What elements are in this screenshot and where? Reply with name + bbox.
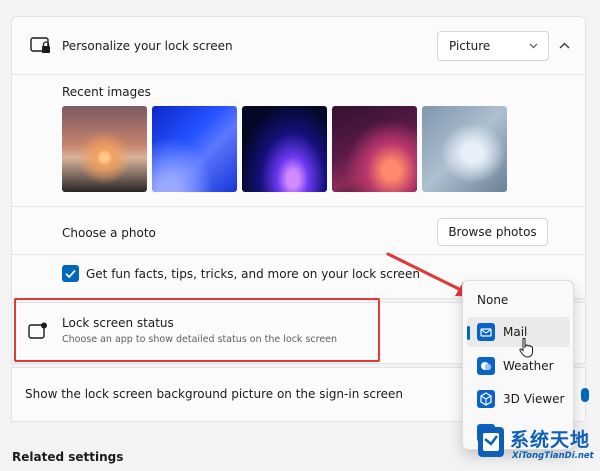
option-label: None (477, 293, 509, 307)
checkmark-icon (65, 269, 76, 279)
dropdown-option-3d-viewer[interactable]: 3D Viewer (467, 384, 570, 414)
watermark-url: XiTongTianDi.net (512, 451, 594, 461)
lock-screen-type-value: Picture (449, 39, 491, 53)
watermark: 系统天地 XiTongTianDi.net (474, 421, 600, 471)
dropdown-option-none[interactable]: None (467, 285, 570, 315)
annotation-highlight-box (14, 298, 380, 362)
option-label: Mail (503, 325, 528, 339)
recent-images-label: Recent images (62, 85, 151, 99)
related-settings-heading: Related settings (12, 450, 124, 464)
lock-screen-type-select[interactable]: Picture (437, 31, 549, 61)
signin-background-toggle[interactable] (581, 388, 589, 402)
divider (12, 206, 585, 207)
watermark-logo-icon (478, 427, 504, 457)
recent-image-4[interactable] (332, 106, 417, 192)
mouse-cursor-icon (519, 338, 533, 358)
option-label: Weather (503, 359, 554, 373)
chevron-up-icon[interactable] (559, 42, 570, 49)
3d-viewer-icon (477, 390, 495, 408)
recent-image-2[interactable] (152, 106, 237, 192)
selection-indicator (467, 326, 470, 340)
browse-photos-button[interactable]: Browse photos (437, 218, 548, 246)
option-label: 3D Viewer (503, 392, 565, 406)
signin-background-label: Show the lock screen background picture … (25, 387, 404, 401)
divider (12, 74, 585, 75)
personalize-card: Personalize your lock screen Picture Rec… (11, 16, 586, 299)
recent-image-1[interactable] (62, 106, 147, 192)
weather-icon (477, 357, 495, 375)
mail-icon (477, 323, 495, 341)
chevron-down-icon (529, 43, 538, 49)
watermark-chinese-text: 系统天地 (510, 429, 591, 451)
fun-facts-label: Get fun facts, tips, tricks, and more on… (86, 267, 420, 281)
divider (12, 254, 585, 255)
personalize-title: Personalize your lock screen (62, 39, 233, 53)
choose-photo-label: Choose a photo (62, 226, 156, 240)
recent-image-3[interactable] (242, 106, 327, 192)
fun-facts-checkbox[interactable] (62, 265, 79, 282)
lock-screen-icon (30, 37, 50, 53)
recent-image-5[interactable] (422, 106, 507, 192)
